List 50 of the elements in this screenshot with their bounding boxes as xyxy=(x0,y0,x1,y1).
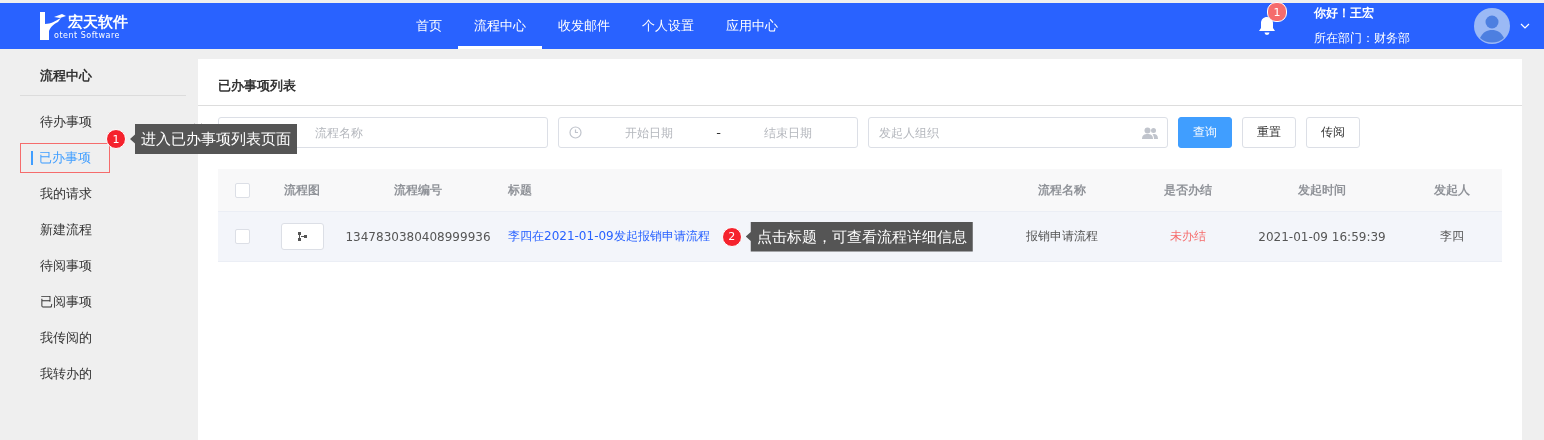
sidebar-item[interactable]: 已阅事项 xyxy=(20,287,110,317)
column-header: 流程名称 xyxy=(1038,181,1086,199)
nav-tab[interactable]: 收发邮件 xyxy=(542,3,626,49)
sidebar-item[interactable]: 我的请求 xyxy=(20,179,110,209)
column-header: 流程图 xyxy=(284,181,320,199)
notification-count: 1 xyxy=(1267,2,1287,22)
users-icon xyxy=(1142,127,1158,139)
start-date-field[interactable]: 开始日期 xyxy=(590,124,709,141)
sidebar-item[interactable]: 待阅事项 xyxy=(20,251,110,281)
flowchart-button[interactable] xyxy=(280,223,324,250)
panel-title: 已办事项列表 xyxy=(198,59,1522,106)
logo-text: 宏天软件 xyxy=(68,13,128,31)
sidebar-title: 流程中心 xyxy=(20,67,186,96)
department-label: 所在部门：财务部 xyxy=(1314,30,1411,47)
row-checkbox[interactable] xyxy=(234,229,250,244)
column-header: 流程编号 xyxy=(394,181,442,199)
column-header: 标题 xyxy=(508,181,532,199)
step-badge: 1 xyxy=(106,129,126,149)
flowchart-icon xyxy=(297,232,307,241)
organization-field[interactable]: 发起人组织 xyxy=(868,117,1168,148)
nav-tab[interactable]: 流程中心 xyxy=(458,3,542,49)
greeting: 你好！王宏 xyxy=(1314,5,1375,22)
range-separator: - xyxy=(716,125,721,140)
avatar-icon[interactable] xyxy=(1474,8,1510,44)
select-all-checkbox[interactable] xyxy=(234,182,250,198)
column-header: 是否办结 xyxy=(1164,181,1212,199)
nav-tab[interactable]: 应用中心 xyxy=(710,3,794,49)
nav-tab[interactable]: 首页 xyxy=(400,3,458,49)
notification-bell-icon[interactable] xyxy=(1258,16,1276,36)
table-cell: 李四 xyxy=(1440,228,1464,245)
sidebar-item[interactable]: 我转办的 xyxy=(20,359,110,389)
caret-icon[interactable] xyxy=(1520,23,1530,29)
tooltip: 点击标题，可查看流程详细信息 xyxy=(745,221,973,252)
sidebar-item[interactable]: 我传阅的 xyxy=(20,323,110,353)
sidebar-item[interactable]: 新建流程 xyxy=(20,215,110,245)
table-cell: 2021-01-09 16:59:39 xyxy=(1258,229,1386,244)
end-date-field[interactable]: 结束日期 xyxy=(728,124,847,141)
step-badge: 2 xyxy=(721,226,742,247)
table-cell: 报销申请流程 xyxy=(1026,228,1098,245)
column-header: 发起人 xyxy=(1434,181,1470,199)
nav-tab[interactable]: 个人设置 xyxy=(626,3,710,49)
tooltip: 进入已办事项列表页面 xyxy=(130,124,297,154)
action-button[interactable]: 重置 xyxy=(1242,117,1296,148)
table-cell: 1347830380408999936 xyxy=(345,229,491,244)
logo-subtitle: otent Software xyxy=(54,30,121,41)
clock-icon xyxy=(569,126,582,139)
title-link[interactable]: 李四在2021-01-09发起报销申请流程 xyxy=(508,228,710,245)
action-button[interactable]: 传阅 xyxy=(1306,117,1360,148)
status-text: 未办结 xyxy=(1170,228,1206,245)
column-header: 发起时间 xyxy=(1298,181,1346,199)
